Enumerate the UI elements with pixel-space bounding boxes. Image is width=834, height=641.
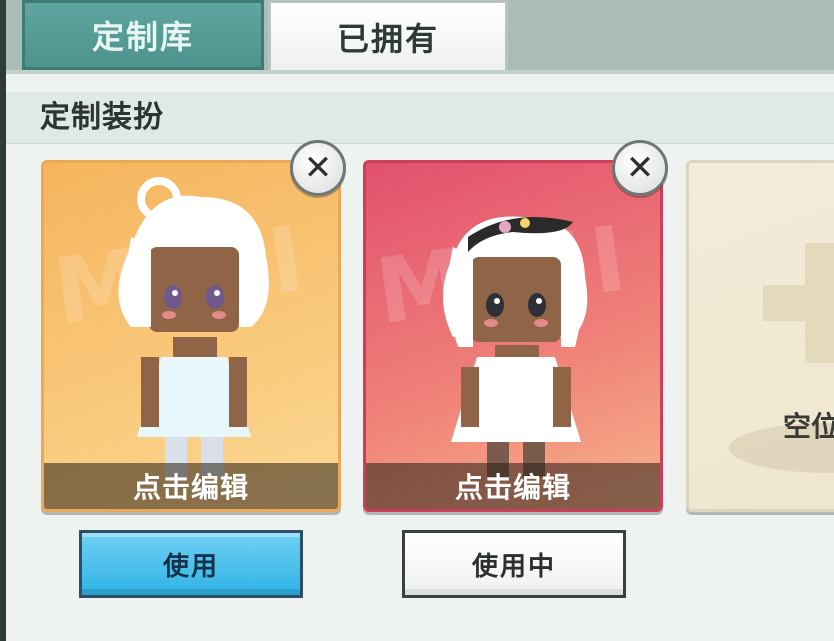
close-icon: ✕ [625,148,655,188]
tab-bar: 定制库 已拥有 [6,0,834,70]
tab-custom-library[interactable]: 定制库 [22,0,264,70]
outfit-card-1[interactable]: MINI 点击编辑 [41,160,341,512]
empty-slot-label: 空位 [783,410,834,443]
plus-icon [763,243,834,363]
content-panel: 定制装扮 MINI 点击编辑 MINI [6,70,834,641]
empty-slot-card[interactable]: 空位 [686,160,834,512]
use-button[interactable]: 使用 [79,530,303,598]
outfit-card-2[interactable]: MINI 点击编辑 [363,160,663,512]
avatar-image [118,177,269,477]
section-title: 定制装扮 [6,92,834,144]
edit-bar[interactable]: 点击编辑 [44,463,338,509]
delete-outfit-1-button[interactable]: ✕ [290,140,346,196]
edit-bar[interactable]: 点击编辑 [366,463,660,509]
in-use-button[interactable]: 使用中 [402,530,626,598]
close-icon: ✕ [303,148,333,188]
avatar-image [443,216,588,477]
footer-section-title [6,628,834,641]
delete-outfit-2-button[interactable]: ✕ [612,140,668,196]
tab-owned[interactable]: 已拥有 [268,0,508,70]
